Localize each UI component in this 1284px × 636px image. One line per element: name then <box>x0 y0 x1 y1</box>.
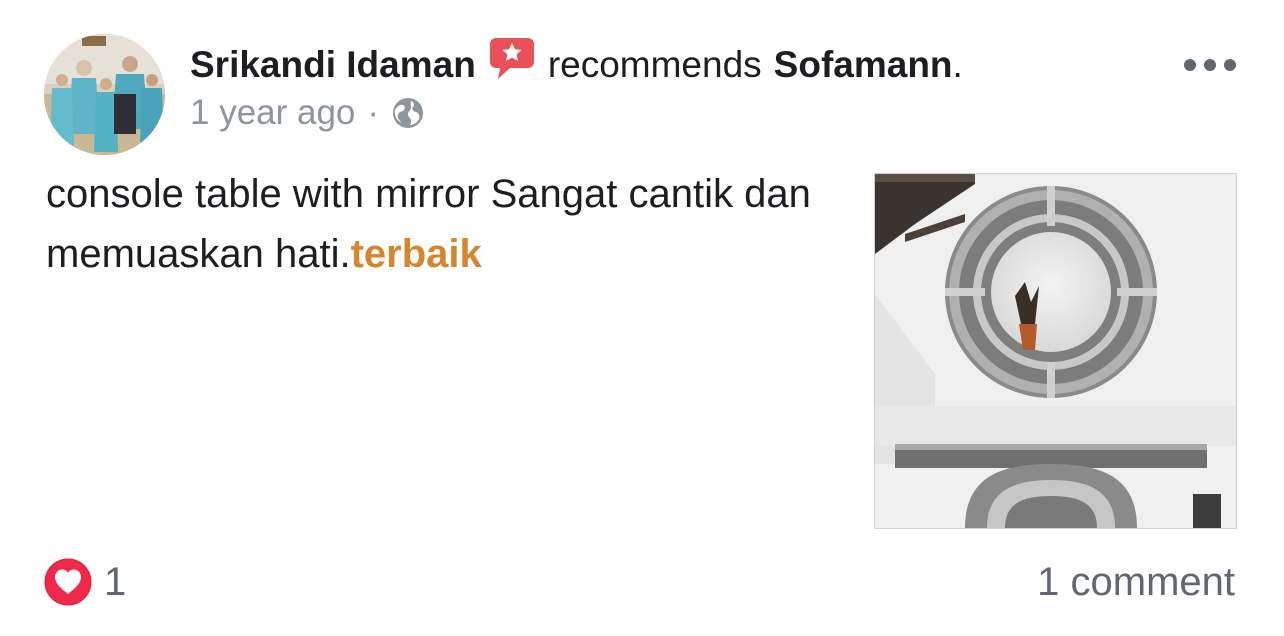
meta-separator: · <box>367 93 380 132</box>
post-timestamp[interactable]: 1 year ago <box>190 93 355 133</box>
post-meta: 1 year ago · <box>190 90 425 136</box>
post-header: Srikandi Idaman recommends Sofamann. <box>190 38 963 90</box>
author-avatar[interactable] <box>44 34 165 155</box>
author-name[interactable]: Srikandi Idaman <box>190 44 476 86</box>
more-options-icon[interactable] <box>1184 54 1236 76</box>
post-photo[interactable] <box>874 173 1237 529</box>
comments-count-label: 1 comment <box>1037 559 1235 604</box>
reactions-summary[interactable]: 1 <box>44 558 126 606</box>
more-dot <box>1224 59 1236 71</box>
header-period: . <box>952 44 963 85</box>
post-body: console table with mirror Sangat cantik … <box>46 164 836 284</box>
mirror-console-image <box>875 174 1236 528</box>
page-name[interactable]: Sofamann <box>774 44 953 86</box>
recommends-text: recommends <box>547 44 762 85</box>
reactions-count: 1 <box>104 559 127 604</box>
heart-reaction-icon <box>44 558 92 606</box>
comments-link[interactable]: 1 comment <box>1037 558 1235 606</box>
globe-icon <box>391 96 425 130</box>
more-dot <box>1204 59 1216 71</box>
more-dot <box>1184 59 1196 71</box>
hashtag-link[interactable]: terbaik <box>351 232 482 276</box>
recommend-star-bubble-icon <box>488 36 536 82</box>
avatar-image <box>44 34 165 155</box>
